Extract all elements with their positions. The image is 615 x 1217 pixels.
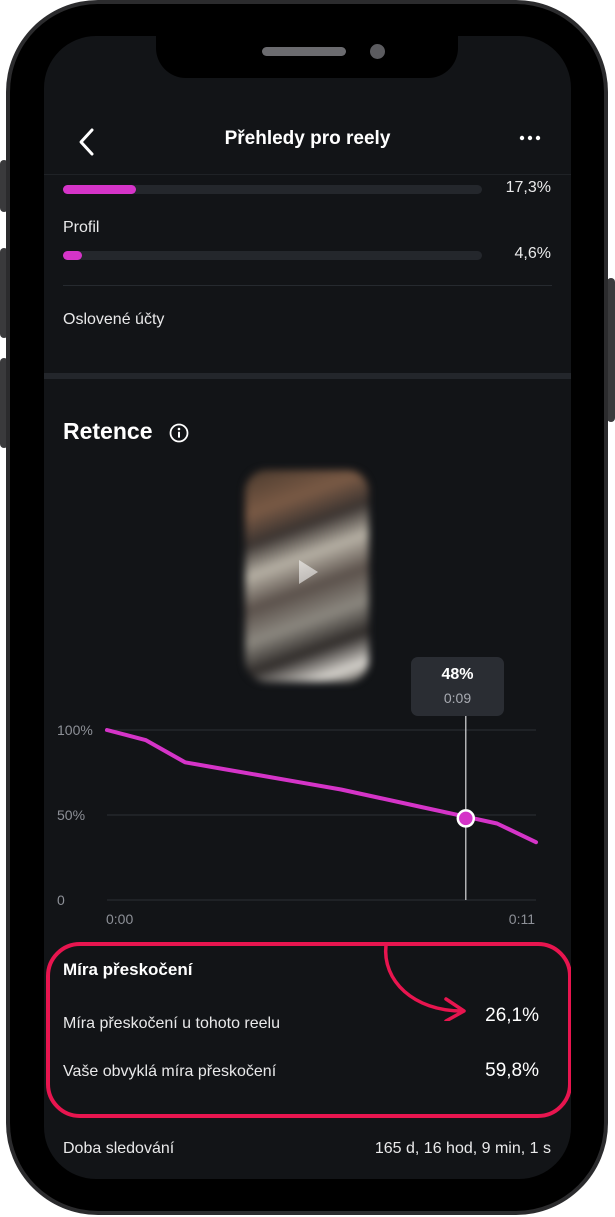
y-tick-label: 0 xyxy=(57,892,65,908)
speaker-grille xyxy=(262,47,346,56)
x-tick-label: 0:11 xyxy=(509,911,535,926)
top-bar: Přehledy pro reely xyxy=(44,120,571,176)
skip-rate-usual-value: 59,8% xyxy=(485,1060,539,1081)
y-tick-label: 100% xyxy=(57,722,93,738)
annotation-arrow-icon xyxy=(383,943,466,1021)
x-tick-label: 0:00 xyxy=(106,911,133,926)
notch xyxy=(156,36,458,78)
divider xyxy=(63,285,552,286)
highlight-point xyxy=(456,809,476,828)
skip-rate-usual-label: Vaše obvyklá míra přeskočení xyxy=(63,1063,277,1080)
tooltip-percent: 48% xyxy=(441,666,474,683)
source-label-profile: Profil xyxy=(63,219,100,236)
page-title: Přehledy pro reely xyxy=(224,128,391,149)
skip-rate-this-reel-value: 26,1% xyxy=(485,1005,539,1026)
power-button[interactable] xyxy=(607,278,615,422)
watch-time-label: Doba sledování xyxy=(63,1140,175,1157)
retention-title: Retence xyxy=(63,418,153,444)
reached-accounts-label[interactable]: Oslovené účty xyxy=(63,311,164,329)
section-separator xyxy=(44,373,571,379)
front-camera xyxy=(370,44,385,59)
chart-tooltip: 48% 0:09 xyxy=(411,657,504,716)
header-divider xyxy=(44,174,571,175)
screen: Přehledy pro reely 17,3% Profil 4,6% Osl… xyxy=(44,36,571,1179)
play-icon xyxy=(299,560,318,584)
skip-rate-this-reel-label: Míra přeskočení u tohoto reelu xyxy=(63,1015,281,1032)
tooltip-time: 0:09 xyxy=(443,690,472,706)
source-percent-2: 4,6% xyxy=(514,245,551,262)
skip-rate-title: Míra přeskočení xyxy=(63,960,193,979)
source-bar-1-fill xyxy=(63,185,136,194)
more-options-icon[interactable] xyxy=(519,133,541,143)
info-icon[interactable] xyxy=(169,423,189,443)
source-percent-1: 17,3% xyxy=(505,179,551,196)
source-bar-2-fill xyxy=(63,251,82,260)
retention-chart[interactable]: 100% 50% 0 0:00 0:11 xyxy=(44,716,571,926)
y-tick-label: 50% xyxy=(57,807,85,823)
source-bar-1 xyxy=(63,185,482,194)
watch-time-value: 165 d, 16 hod, 9 min, 1 s xyxy=(374,1140,551,1157)
source-bar-2 xyxy=(63,251,482,260)
